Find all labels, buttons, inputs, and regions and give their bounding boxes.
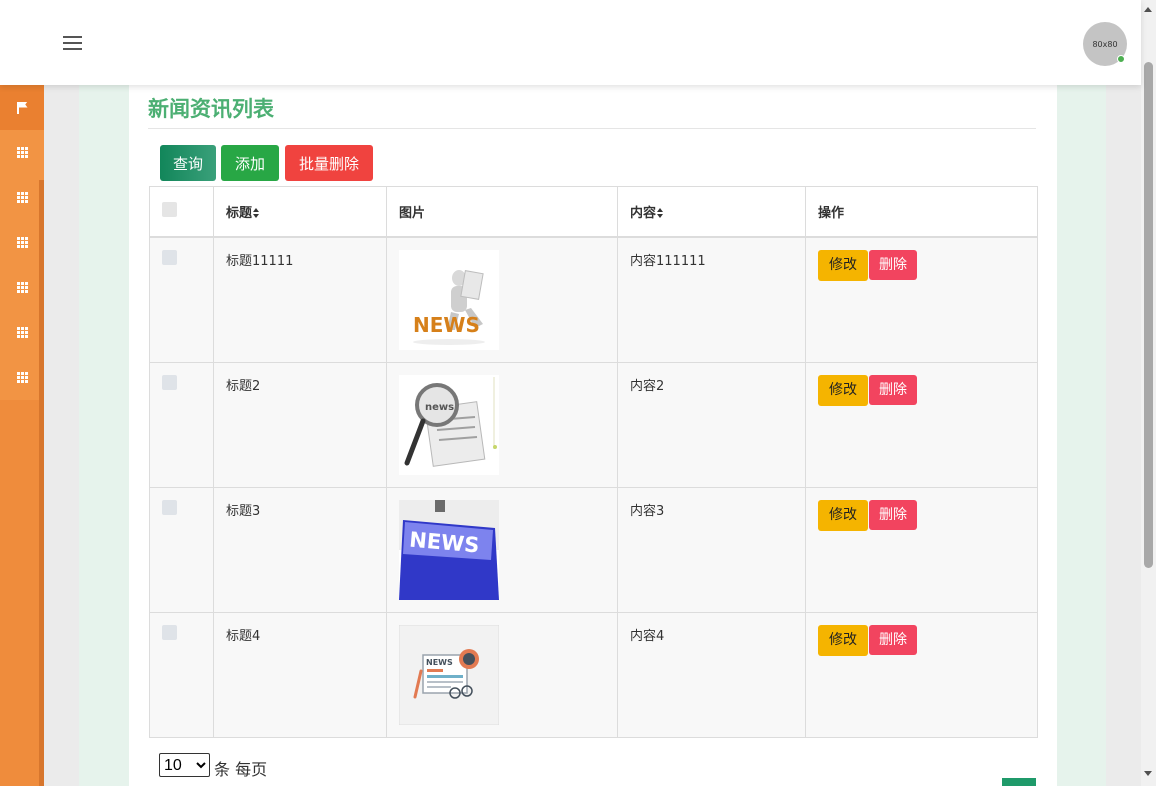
table-row: 标题3 NEWS 内容3 修改 删除: [149, 486, 1038, 613]
row-title: 标题2: [213, 361, 387, 488]
delete-button[interactable]: 删除: [869, 374, 917, 405]
row-checkbox[interactable]: [162, 624, 177, 640]
row-title: 标题3: [213, 486, 387, 613]
row-content: 内容2: [617, 361, 806, 488]
header-image: 图片: [386, 186, 618, 238]
sort-icon[interactable]: [657, 208, 664, 219]
row-title: 标题11111: [213, 236, 387, 363]
sidebar-item-4[interactable]: [0, 265, 44, 310]
delete-button[interactable]: 删除: [869, 249, 917, 280]
pagination-button[interactable]: [1002, 778, 1036, 786]
row-checkbox[interactable]: [162, 374, 177, 390]
grid-icon: [16, 147, 28, 158]
select-all-checkbox[interactable]: [162, 201, 177, 217]
page-title: 新闻资讯列表: [148, 97, 274, 121]
row-content: 内容3: [617, 486, 806, 613]
sidebar-item-news[interactable]: [0, 85, 44, 130]
row-content: 内容111111: [617, 236, 806, 363]
batch-delete-button[interactable]: 批量删除: [285, 145, 373, 181]
delete-button[interactable]: 删除: [869, 624, 917, 655]
grid-icon: [16, 372, 28, 383]
magnifier-newspaper-image: news: [399, 374, 499, 475]
header-title[interactable]: 标题: [213, 186, 387, 238]
header-content[interactable]: 内容: [617, 186, 806, 238]
svg-text:NEWS: NEWS: [426, 658, 453, 667]
scroll-up-arrow-icon[interactable]: [1144, 7, 1152, 12]
table-row: 标题2 news 内容2 修改 删除: [149, 361, 1038, 488]
svg-text:NEWS: NEWS: [413, 313, 480, 337]
edit-button[interactable]: 修改: [818, 624, 868, 656]
sidebar-item-3[interactable]: [0, 220, 44, 265]
sidebar: [0, 85, 44, 786]
table-row: 标题11111 NEWS 内容111111 修改 删除: [149, 236, 1038, 363]
sidebar-item-5[interactable]: [0, 310, 44, 355]
edit-button[interactable]: 修改: [818, 374, 868, 406]
title-divider: [148, 128, 1036, 129]
grid-icon: [16, 282, 28, 293]
header-actions: 操作: [805, 186, 1038, 238]
hamburger-icon[interactable]: [63, 36, 82, 50]
top-bar: 80x80: [0, 0, 1141, 85]
page-size-select[interactable]: 10: [159, 753, 210, 777]
grid-icon: [16, 192, 28, 203]
news-table: 标题 图片 内容 操作 标题11111 NEWS 内容111111 修改 删除 …: [149, 186, 1038, 738]
news-key-image: NEWS: [399, 499, 499, 600]
edit-button[interactable]: 修改: [818, 249, 868, 281]
row-checkbox[interactable]: [162, 499, 177, 515]
sort-icon[interactable]: [253, 208, 260, 219]
add-button[interactable]: 添加: [221, 145, 279, 181]
grid-icon: [16, 237, 28, 248]
flag-icon: [16, 101, 28, 114]
scrollbar-thumb[interactable]: [1144, 62, 1153, 568]
row-content: 内容4: [617, 611, 806, 738]
grid-icon: [16, 327, 28, 338]
query-button[interactable]: 查询: [160, 145, 216, 181]
svg-text:news: news: [425, 402, 454, 413]
sidebar-item-2[interactable]: [0, 175, 44, 220]
table-row: 标题4 NEWS 内容4 修改删除: [149, 611, 1038, 738]
table-header-row: 标题 图片 内容 操作: [149, 186, 1038, 238]
news-3d-figure-image: NEWS: [399, 249, 499, 350]
sidebar-item-6[interactable]: [0, 355, 44, 400]
row-checkbox[interactable]: [162, 249, 177, 265]
online-status-dot: [1117, 55, 1125, 63]
header-select-all: [149, 186, 214, 238]
row-title: 标题4: [213, 611, 387, 738]
sidebar-item-1[interactable]: [0, 130, 44, 175]
edit-button[interactable]: 修改: [818, 499, 868, 531]
page-size-label: 条 每页: [214, 760, 268, 779]
news-flat-illustration-image: NEWS: [399, 624, 499, 725]
delete-button[interactable]: 删除: [869, 499, 917, 530]
scroll-down-arrow-icon[interactable]: [1144, 771, 1152, 776]
